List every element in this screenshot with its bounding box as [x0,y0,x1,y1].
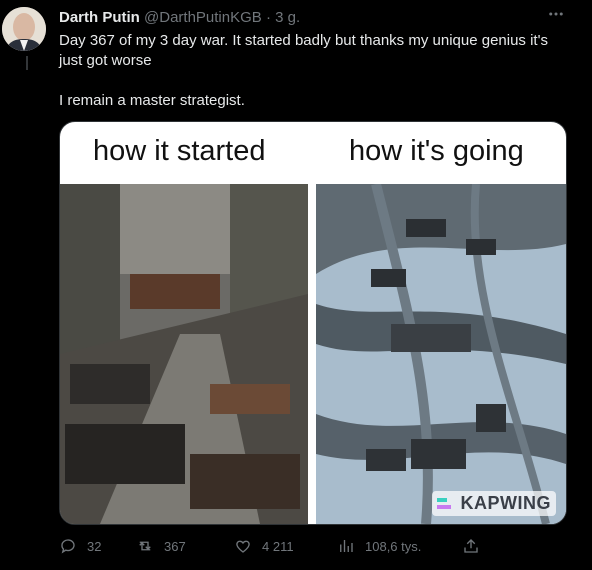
tweet-text-line-1: Day 367 of my 3 day war. It started badl… [59,32,548,69]
reply-button[interactable]: 32 [59,537,101,555]
like-count: 4 211 [262,538,294,554]
kapwing-text: KAPWING [460,493,551,513]
share-icon [464,539,478,553]
author-handle[interactable]: @DarthPutinKGB [144,9,262,26]
action-bar: 32 367 4 211 108,6 tys. [59,537,489,557]
share-button[interactable] [462,537,490,555]
thread-line [26,56,28,70]
like-icon [236,540,250,553]
caption-how-its-going: how it's going [349,135,524,167]
tweet-text-line-2: I remain a master strategist. [59,92,245,109]
avatar[interactable] [2,7,46,51]
views-count: 108,6 tys. [365,538,422,554]
more-icon[interactable] [547,5,565,28]
retweet-icon [139,541,151,551]
tweet-media[interactable]: how it started how it's going KAPWING [59,121,567,525]
author-name[interactable]: Darth Putin [59,9,140,26]
views-icon [340,540,353,552]
retweet-count: 367 [164,538,186,554]
tweet-time[interactable]: 3 g. [275,9,300,26]
tweet-header: Darth Putin @DarthPutinKGB · 3 g. [59,9,300,27]
separator: · [265,9,271,26]
like-button[interactable]: 4 211 [234,537,294,555]
caption-how-it-started: how it started [93,135,266,167]
destroyed-street-photo [60,184,308,524]
views-button[interactable]: 108,6 tys. [337,537,421,555]
destroyed-tanks-photo: KAPWING [316,184,566,524]
reply-icon [61,539,75,554]
tweet-text: Day 367 of my 3 day war. It started badl… [59,31,574,111]
kapwing-watermark: KAPWING [431,491,556,516]
retweet-button[interactable]: 367 [136,537,186,555]
reply-count: 32 [87,538,102,554]
